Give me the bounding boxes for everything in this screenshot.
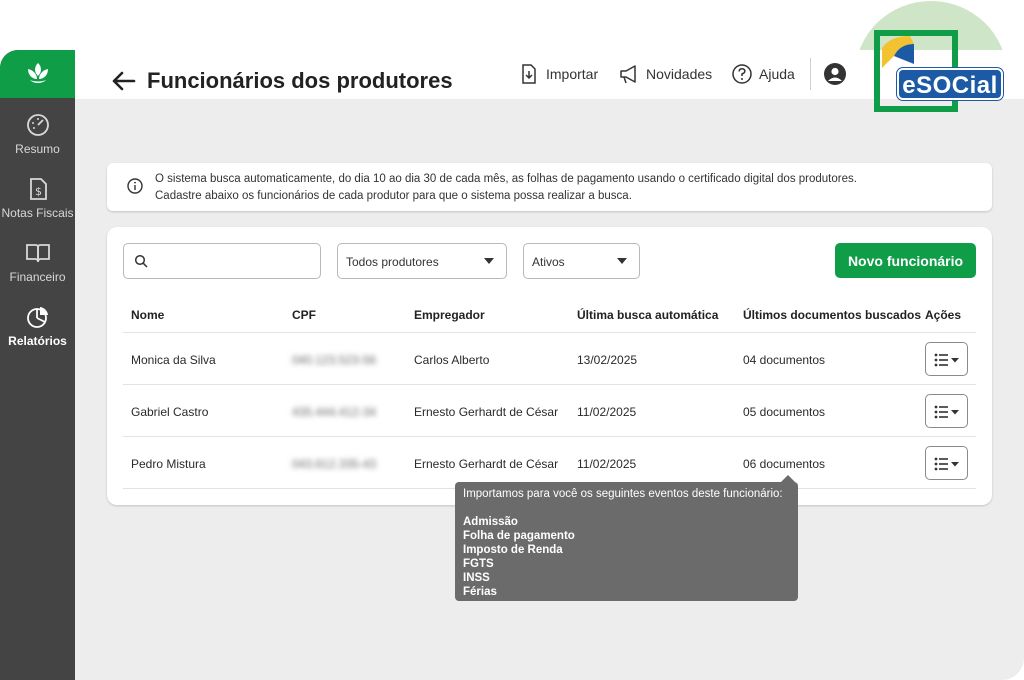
sidebar-item-label: Notas Fiscais <box>1 206 74 220</box>
search-icon <box>134 254 148 268</box>
svg-text:$: $ <box>35 185 42 198</box>
import-nav-item[interactable]: Importar <box>518 63 598 85</box>
page-title: Funcionários dos produtores <box>147 68 453 93</box>
cell-nome: Monica da Silva <box>131 353 216 367</box>
list-menu-icon <box>934 457 959 471</box>
cell-empregador: Ernesto Gerhardt de César <box>414 457 559 471</box>
employees-card: Todos produtores Ativos Novo funcionário… <box>107 227 992 505</box>
info-banner: O sistema busca automaticamente, do dia … <box>107 163 992 211</box>
cell-documentos[interactable]: 05 documentos <box>743 405 825 419</box>
info-text: O sistema busca automaticamente, do dia … <box>155 171 857 205</box>
tooltip-intro: Importamos para você os seguintes evento… <box>463 488 783 500</box>
sidebar-item-label: Resumo <box>15 142 60 156</box>
row-actions-button[interactable] <box>925 446 968 480</box>
sidebar: Resumo $ Notas Fiscais Financeiro Relató… <box>0 50 75 680</box>
esocial-logo: eSOCial <box>897 68 1003 100</box>
user-avatar-icon[interactable] <box>823 62 847 86</box>
help-label: Ajuda <box>759 66 795 82</box>
sidebar-item-financeiro[interactable]: Financeiro <box>0 240 75 284</box>
producer-select-value: Todos produtores <box>346 255 439 269</box>
cell-cpf: 040.123.523-56 <box>292 353 377 367</box>
import-file-icon <box>522 64 536 84</box>
cell-cpf: 043.612.335-43 <box>292 457 377 471</box>
row-actions-button[interactable] <box>925 342 968 376</box>
tooltip-event: Férias <box>463 586 497 598</box>
cell-ultima-busca: 11/02/2025 <box>577 457 637 471</box>
info-line: Cadastre abaixo os funcionários de cada … <box>155 190 632 202</box>
cell-documentos[interactable]: 06 documentos <box>743 457 825 471</box>
divider <box>123 436 976 437</box>
megaphone-icon <box>620 65 636 84</box>
sidebar-item-label: Relatórios <box>8 334 67 348</box>
sidebar-item-resumo[interactable]: Resumo <box>0 112 75 156</box>
info-icon <box>127 178 143 194</box>
app-logo[interactable] <box>0 50 75 98</box>
column-header-empregador[interactable]: Empregador <box>414 308 485 322</box>
leaf-logo-icon <box>27 63 48 83</box>
info-line: O sistema busca automaticamente, do dia … <box>155 173 857 185</box>
cell-empregador: Ernesto Gerhardt de César <box>414 405 559 419</box>
list-menu-icon <box>934 405 959 419</box>
search-box[interactable] <box>123 243 321 279</box>
cell-ultima-busca: 11/02/2025 <box>577 405 637 419</box>
invoice-icon: $ <box>29 178 47 200</box>
new-employee-button[interactable]: Novo funcionário <box>835 243 976 278</box>
nav-divider <box>810 58 811 90</box>
cell-empregador: Carlos Alberto <box>414 353 490 367</box>
tooltip-event: Folha de pagamento <box>463 530 575 542</box>
cell-cpf: 435.444.412-34 <box>292 405 377 419</box>
search-input[interactable] <box>154 250 314 272</box>
esocial-fold-icon <box>882 36 914 68</box>
gauge-icon <box>26 114 49 136</box>
cell-nome: Pedro Mistura <box>131 457 206 471</box>
column-header-nome[interactable]: Nome <box>131 308 164 322</box>
help-icon <box>732 64 752 84</box>
column-header-cpf[interactable]: CPF <box>292 308 316 322</box>
chevron-down-icon <box>617 258 627 264</box>
column-header-acoes: Ações <box>925 308 962 322</box>
chevron-down-icon <box>484 258 494 264</box>
sidebar-item-label: Financeiro <box>9 270 66 284</box>
status-select[interactable]: Ativos <box>523 243 640 279</box>
cell-documentos[interactable]: 04 documentos <box>743 353 825 367</box>
help-nav-item[interactable]: Ajuda <box>731 63 795 85</box>
divider <box>123 384 976 385</box>
pie-chart-icon <box>26 307 48 328</box>
divider <box>123 332 976 333</box>
tooltip-event: INSS <box>463 572 490 584</box>
tooltip-event: Imposto de Renda <box>463 544 563 556</box>
cell-ultima-busca: 13/02/2025 <box>577 353 638 367</box>
news-label: Novidades <box>646 66 713 82</box>
column-header-ultima-busca[interactable]: Última busca automática <box>577 308 718 322</box>
row-actions-button[interactable] <box>925 394 968 428</box>
column-header-ultimos-documentos[interactable]: Últimos documentos buscados <box>743 308 921 322</box>
book-icon <box>25 244 50 263</box>
cell-nome: Gabriel Castro <box>131 405 209 419</box>
tooltip-event: Admissão <box>463 516 518 528</box>
events-tooltip: Importamos para você os seguintes evento… <box>455 475 798 601</box>
sidebar-item-relatorios[interactable]: Relatórios <box>0 304 75 348</box>
import-label: Importar <box>546 66 599 82</box>
list-menu-icon <box>934 353 959 367</box>
status-select-value: Ativos <box>532 255 565 269</box>
news-nav-item[interactable]: Novidades <box>618 63 712 85</box>
producer-select[interactable]: Todos produtores <box>337 243 507 279</box>
back-arrow-icon[interactable] <box>110 70 136 92</box>
sidebar-item-notas-fiscais[interactable]: $ Notas Fiscais <box>0 176 75 220</box>
tooltip-event: FGTS <box>463 558 494 570</box>
